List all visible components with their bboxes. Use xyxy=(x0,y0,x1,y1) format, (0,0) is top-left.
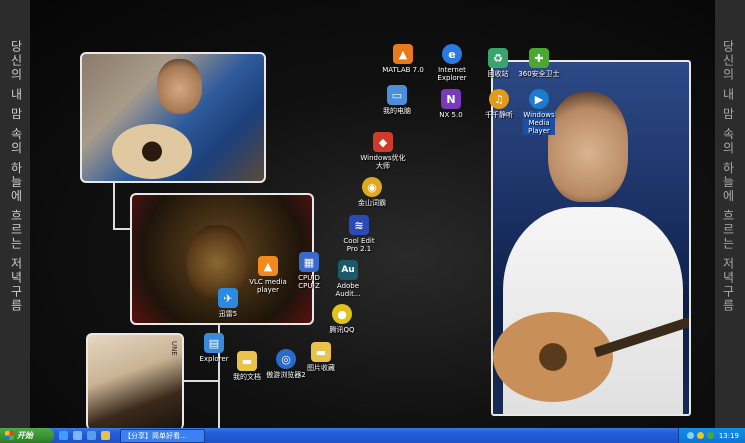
desktop-icon-my-computer[interactable]: ▭ 我的电脑 xyxy=(369,85,425,115)
360-tray-icon[interactable] xyxy=(706,432,714,439)
music-icon: ♫ xyxy=(489,89,509,109)
windows-flag-icon xyxy=(5,431,14,440)
shield-icon: ✚ xyxy=(529,48,549,68)
desktop-icon-qq[interactable]: ● 腾讯QQ xyxy=(314,304,370,334)
photo-face xyxy=(157,59,202,114)
desktop-icon-label: 傲游浏览器2 xyxy=(266,371,306,379)
quicklaunch-media-icon[interactable] xyxy=(87,431,96,440)
desktop-icon-cpuz[interactable]: ▦ CPUID CPU-Z xyxy=(281,252,337,290)
quicklaunch-folder-icon[interactable] xyxy=(101,431,110,440)
taskbar: 开始 【分享】简单好看... 13:19 xyxy=(0,428,745,443)
qq-tray-icon[interactable] xyxy=(696,432,704,439)
wallpaper-photo-album-cover: UNE xyxy=(86,333,184,428)
wallpaper-photo-guitarist-1 xyxy=(80,52,266,183)
desktop-icon-label: Windows Media Player xyxy=(523,111,555,135)
download-icon: ✈ xyxy=(218,288,238,308)
optimizer-icon: ◆ xyxy=(373,132,393,152)
wallpaper-left-strip: 당신의 내 맘 속의 하늘에 흐르는 저녁구름 xyxy=(0,0,30,428)
start-label: 开始 xyxy=(17,431,33,440)
photo-guitar xyxy=(112,124,192,179)
desktop-icon-label: 金山词霸 xyxy=(358,199,386,207)
recycle-bin-icon: ♻ xyxy=(488,48,508,68)
folder-icon: ▬ xyxy=(237,351,257,371)
explorer-icon: ▤ xyxy=(204,333,224,353)
desktop-icon-label: 千千静听 xyxy=(485,111,513,119)
desktop-icon-360[interactable]: ✚ 360安全卫士 xyxy=(511,48,567,78)
desktop-icon-label: 图片收藏 xyxy=(307,364,335,372)
desktop-icon-label: Windows优化 大师 xyxy=(360,154,406,170)
desktop-icon-label: Cool Edit Pro 2.1 xyxy=(343,237,375,253)
wallpaper-line xyxy=(113,228,131,230)
clock[interactable]: 13:19 xyxy=(719,432,739,440)
vlc-cone-icon: ▲ xyxy=(258,256,278,276)
dictionary-icon: ◉ xyxy=(362,177,382,197)
system-tray: 13:19 xyxy=(678,428,745,443)
wallpaper-line xyxy=(178,380,218,382)
desktop-icon-windows-optimizer[interactable]: ◆ Windows优化 大师 xyxy=(355,132,411,170)
desktop-icon-label: Adobe Audit... xyxy=(335,282,361,298)
desktop-icon-label: 腾讯QQ xyxy=(329,326,355,334)
taskbar-window-label: 【分享】简单好看... xyxy=(124,431,187,440)
desktop-icon-label: MATLAB 7.0 xyxy=(382,66,424,74)
desktop: 당신의 내 맘 속의 하늘에 흐르는 저녁구름 당신의 내 맘 속의 하늘에 흐… xyxy=(0,0,745,428)
desktop-icon-cool-edit[interactable]: ≋ Cool Edit Pro 2.1 xyxy=(331,215,387,253)
desktop-icon-jinshan[interactable]: ◉ 金山词霸 xyxy=(344,177,400,207)
desktop-icon-my-pictures[interactable]: ▬ 图片收藏 xyxy=(293,342,349,372)
desktop-icon-label: 360安全卫士 xyxy=(518,70,560,78)
desktop-icon-windows-media-player[interactable]: ▶ Windows Media Player xyxy=(511,89,567,135)
wallpaper-left-text: 당신의 내 맘 속의 하늘에 흐르는 저녁구름 xyxy=(9,40,23,313)
matlab-icon: ▲ xyxy=(393,44,413,64)
computer-icon: ▭ xyxy=(387,85,407,105)
cpu-icon: ▦ xyxy=(299,252,319,272)
photo-guitar xyxy=(493,312,613,402)
desktop-icon-matlab[interactable]: ▲ MATLAB 7.0 xyxy=(375,44,431,74)
audition-icon: Au xyxy=(338,260,358,280)
quicklaunch-ie-icon[interactable] xyxy=(59,431,68,440)
penguin-icon: ● xyxy=(332,304,352,324)
taskbar-window-button[interactable]: 【分享】简单好看... xyxy=(120,428,205,443)
desktop-icon-xunlei[interactable]: ✈ 迅雷5 xyxy=(200,288,256,318)
album-cover-caption: UNE xyxy=(170,341,178,356)
folder-icon: ▬ xyxy=(311,342,331,362)
nx-icon: N xyxy=(441,89,461,109)
wallpaper-right-strip: 당신의 내 맘 속의 하늘에 흐르는 저녁구름 xyxy=(715,0,745,428)
desktop-icon-label: 我的电脑 xyxy=(383,107,411,115)
desktop-icon-label: 回收站 xyxy=(487,70,509,78)
desktop-icon-label: Internet Explorer xyxy=(437,66,467,82)
desktop-icon-label: CPUID CPU-Z xyxy=(298,274,320,290)
desktop-icon-label: NX 5.0 xyxy=(439,111,463,119)
audio-editor-icon: ≋ xyxy=(349,215,369,235)
desktop-icon-label: 我的文档 xyxy=(233,373,261,381)
ie-icon: e xyxy=(442,44,462,64)
desktop-icon-label: 迅雷5 xyxy=(218,310,238,318)
wallpaper-right-text: 당신의 내 맘 속의 하늘에 흐르는 저녁구름 xyxy=(721,40,735,313)
media-player-icon: ▶ xyxy=(529,89,549,109)
quicklaunch-desktop-icon[interactable] xyxy=(73,431,82,440)
start-button[interactable]: 开始 xyxy=(0,428,54,443)
wallpaper-line xyxy=(113,178,115,228)
network-icon[interactable] xyxy=(686,432,694,439)
